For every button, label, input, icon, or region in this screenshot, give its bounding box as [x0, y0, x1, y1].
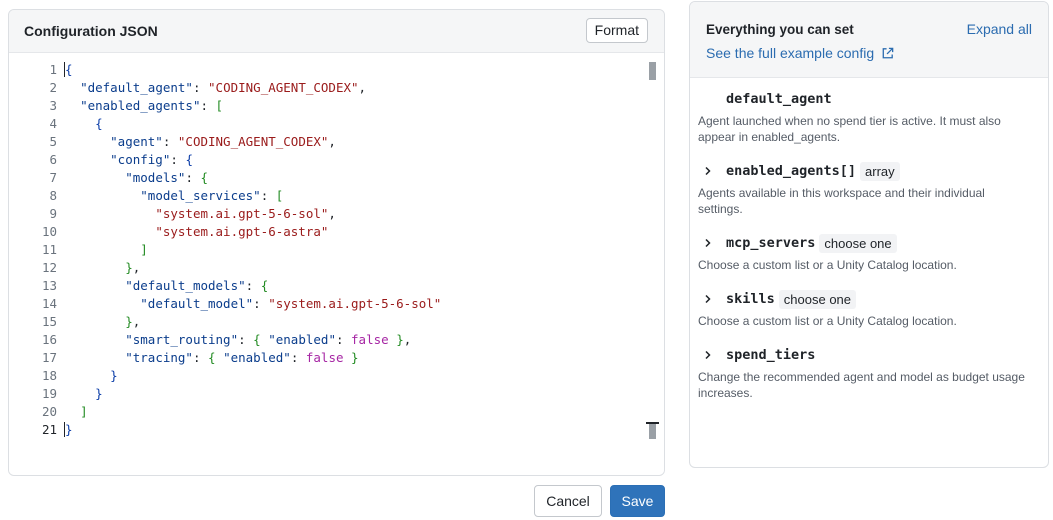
example-config-link-label: See the full example config [706, 45, 875, 61]
field-header[interactable]: skills choose one [698, 289, 1040, 309]
line-number: 2 [49, 80, 57, 95]
line-number: 19 [41, 386, 57, 401]
field-entry[interactable]: spend_tiers Change the recommended agent … [698, 345, 1040, 401]
external-link-icon [882, 47, 894, 58]
code-line[interactable]: ] [65, 403, 88, 421]
cancel-button[interactable]: Cancel [534, 485, 602, 517]
chevron-right-icon[interactable] [698, 345, 718, 365]
line-number: 8 [49, 188, 57, 203]
field-description: Agents available in this workspace and t… [698, 186, 985, 216]
editor-title: Configuration JSON [24, 23, 158, 39]
code-line[interactable]: }, [65, 259, 140, 277]
field-description: Change the recommended agent and model a… [698, 370, 1025, 400]
field-type-badge: choose one [819, 233, 897, 253]
save-button[interactable]: Save [610, 485, 665, 517]
code-editor[interactable]: 1 2 3 4 5 6 7 8 9 10 11 12 13 14 15 16 17 18 19 20 21 { "def… [9, 52, 664, 475]
code-line[interactable]: "agent": "CODING_AGENT_CODEX", [65, 133, 336, 151]
field-name: enabled_agents[] [726, 163, 857, 179]
field-name: mcp_servers [726, 235, 816, 251]
example-config-link[interactable]: See the full example config [706, 45, 895, 61]
field-header: default_agent [698, 89, 1040, 109]
reference-title: Everything you can set [706, 22, 854, 37]
code-line[interactable]: "models": { [65, 169, 208, 187]
code-line[interactable]: "system.ai.gpt-6-astra" [65, 223, 328, 241]
line-number: 15 [41, 314, 57, 329]
code-line[interactable]: "default_model": "system.ai.gpt-5-6-sol" [65, 295, 441, 313]
field-entry[interactable]: skills choose one Choose a custom list or … [698, 289, 1040, 329]
line-number-gutter: 1 2 3 4 5 6 7 8 9 10 11 12 13 14 15 16 17 18 19 20 21 [9, 53, 65, 475]
code-line[interactable]: } [64, 421, 73, 439]
field-entry: default_agent Agent launched when no spen… [698, 89, 1040, 145]
field-name: spend_tiers [726, 347, 816, 363]
field-description: Agent launched when no spend tier is act… [698, 114, 1001, 144]
line-number: 4 [49, 116, 57, 131]
field-name: skills [726, 291, 775, 307]
code-line[interactable]: { [65, 115, 103, 133]
line-number: 7 [49, 170, 57, 185]
field-type-badge: choose one [778, 289, 857, 309]
code-line[interactable]: "smart_routing": { "enabled": false }, [65, 331, 411, 349]
code-line[interactable]: }, [65, 313, 140, 331]
code-line[interactable]: ] [65, 241, 148, 259]
line-number: 18 [41, 368, 57, 383]
reference-header: Everything you can set Expand all See th… [690, 2, 1048, 78]
scrollbar-end-marker [646, 422, 659, 439]
editor-header: Configuration JSON Format [9, 10, 664, 52]
field-description: Choose a custom list or a Unity Catalog … [698, 258, 957, 272]
field-name: default_agent [726, 91, 832, 107]
line-number: 11 [41, 242, 57, 257]
line-number: 5 [49, 134, 57, 149]
line-number: 13 [41, 278, 57, 293]
chevron-right-icon[interactable] [698, 289, 718, 309]
field-header[interactable]: spend_tiers [698, 345, 1040, 365]
line-number: 10 [41, 224, 57, 239]
vertical-scrollbar-thumb[interactable] [649, 62, 656, 80]
line-number: 14 [41, 296, 57, 311]
code-line[interactable]: "config": { [65, 151, 193, 169]
line-number: 17 [41, 350, 57, 365]
field-type-badge: array [860, 161, 900, 181]
field-header[interactable]: mcp_servers choose one [698, 233, 1040, 253]
line-number: 1 [49, 62, 57, 77]
line-number: 12 [41, 260, 57, 275]
chevron-right-icon[interactable] [698, 233, 718, 253]
line-number: 16 [41, 332, 57, 347]
code-line[interactable]: { [64, 61, 73, 79]
code-line[interactable]: } [65, 385, 103, 403]
code-line[interactable]: } [65, 367, 118, 385]
field-entry[interactable]: mcp_servers choose one Choose a custom lis… [698, 233, 1040, 273]
chevron-right-icon[interactable] [698, 161, 718, 181]
reference-panel: Everything you can set Expand all See th… [689, 1, 1049, 468]
code-area[interactable]: { "default_agent": "CODING_AGENT_CODEX",… [64, 53, 644, 475]
config-json-panel: Configuration JSON Format 1 2 3 4 5 6 7 8 9 10 11 1… [8, 9, 665, 476]
code-line[interactable]: "tracing": { "enabled": false } [65, 349, 358, 367]
format-button[interactable]: Format [585, 18, 648, 43]
line-number: 6 [49, 152, 57, 167]
code-line[interactable]: "system.ai.gpt-5-6-sol", [65, 205, 336, 223]
expand-all-link[interactable]: Expand all [967, 21, 1032, 37]
code-line[interactable]: "default_agent": "CODING_AGENT_CODEX", [65, 79, 366, 97]
field-entry[interactable]: enabled_agents[] array Agents available in… [698, 161, 1040, 217]
code-line[interactable]: "enabled_agents": [ [65, 97, 223, 115]
line-number: 20 [41, 404, 57, 419]
line-number: 21 [41, 422, 57, 437]
line-number: 3 [49, 98, 57, 113]
field-header[interactable]: enabled_agents[] array [698, 161, 1040, 181]
line-number: 9 [49, 206, 57, 221]
field-description: Choose a custom list or a Unity Catalog … [698, 314, 957, 328]
code-line[interactable]: "default_models": { [65, 277, 268, 295]
code-line[interactable]: "model_services": [ [65, 187, 283, 205]
